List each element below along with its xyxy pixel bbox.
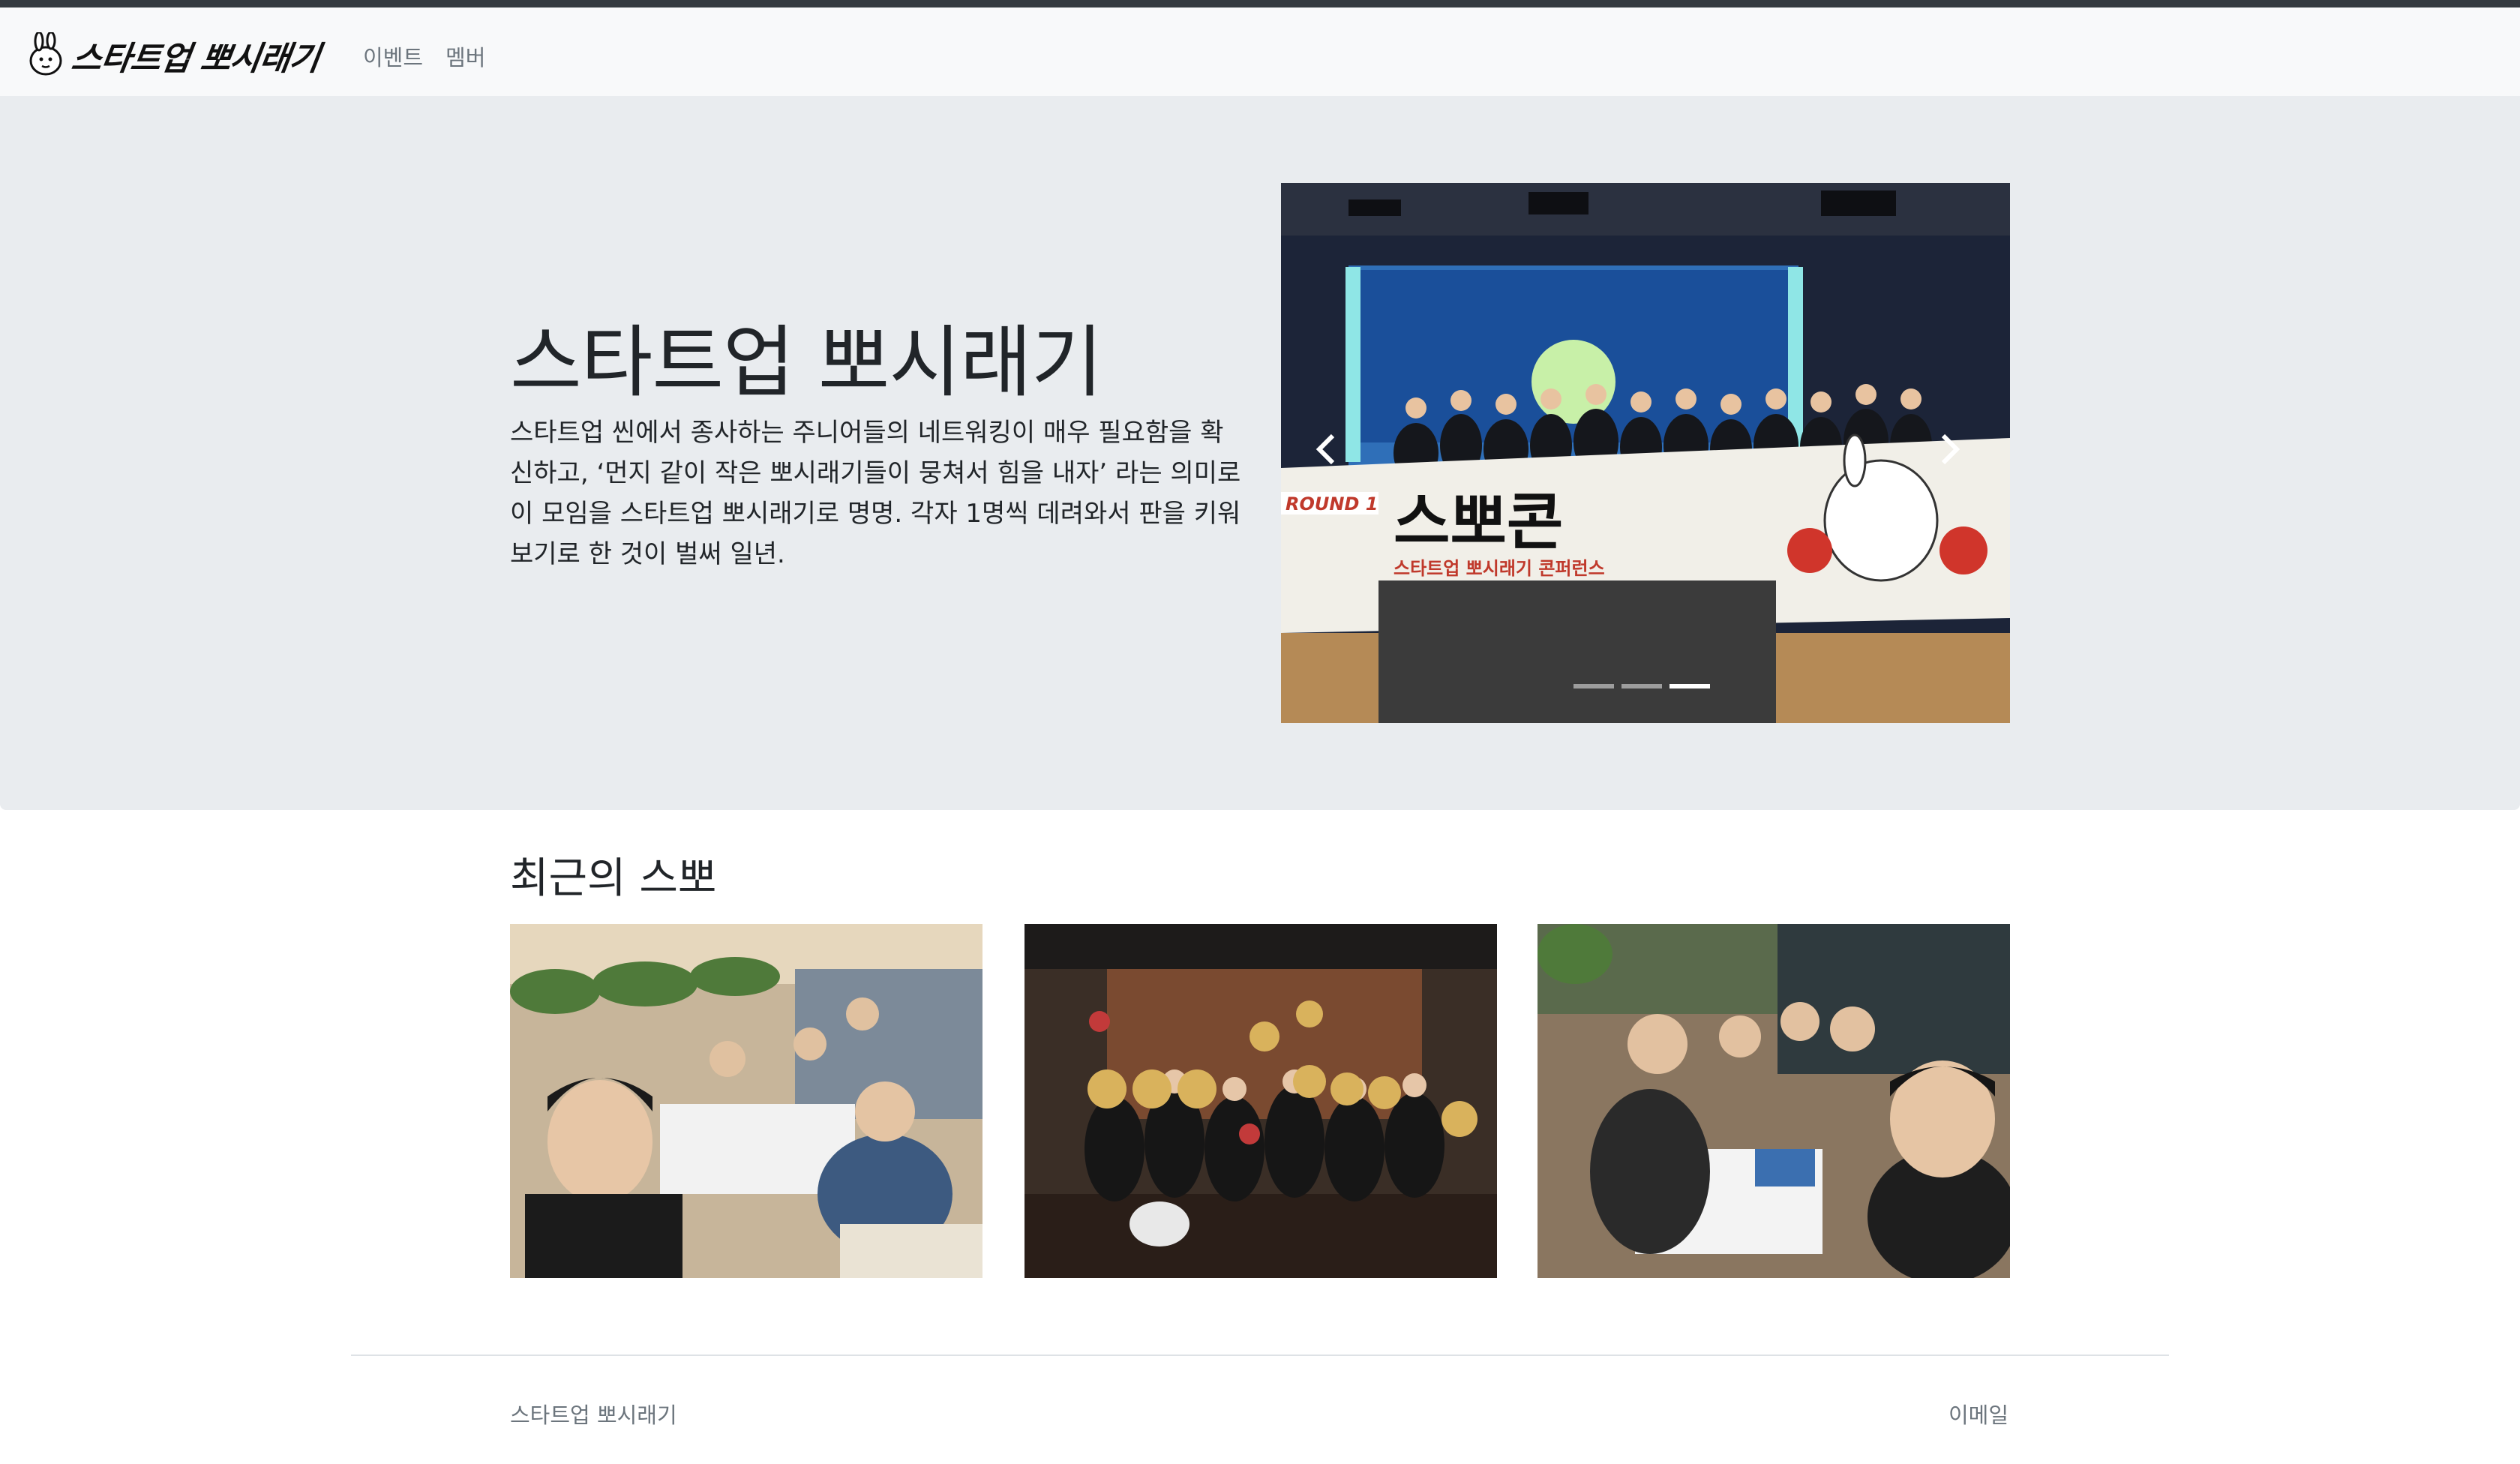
top-accent-bar bbox=[0, 0, 2520, 8]
hero-jumbotron: 스타트업 뽀시래기 스타트업 씬에서 종사하는 주니어들의 네트워킹이 매우 필… bbox=[0, 96, 2520, 810]
rabbit-mascot-icon bbox=[29, 32, 62, 76]
brand-link[interactable]: 스타트업 뽀시래기 bbox=[26, 28, 322, 82]
hero-carousel[interactable]: ROUND 1 스뽀콘 스타트업 뽀시래기 콘퍼런스 bbox=[1281, 183, 2010, 723]
chevron-right-icon bbox=[1941, 434, 1960, 465]
carousel-next-button[interactable] bbox=[1920, 408, 1980, 490]
recent-photo-1[interactable] bbox=[510, 924, 982, 1278]
carousel-indicators bbox=[1574, 684, 1710, 688]
chevron-left-icon bbox=[1316, 434, 1335, 465]
banner-subtitle: 스타트업 뽀시래기 콘퍼런스 bbox=[1394, 558, 1605, 579]
nav-links: 이벤트 멤버 bbox=[363, 40, 485, 72]
carousel-indicator-1[interactable] bbox=[1574, 684, 1614, 688]
footer-divider bbox=[351, 1354, 2169, 1356]
recent-photo-3-image bbox=[1538, 924, 2010, 1278]
recent-photo-3[interactable] bbox=[1538, 924, 2010, 1278]
nav-item-events[interactable]: 이벤트 bbox=[363, 40, 423, 72]
banner-title: 스뽀콘 bbox=[1394, 487, 1563, 558]
hero-description: 스타트업 씬에서 종사하는 주니어들의 네트워킹이 매우 필요함을 확신하고, … bbox=[510, 418, 1241, 569]
recent-section-title: 최근의 스뽀 bbox=[510, 854, 717, 903]
recent-photo-2-image bbox=[1024, 924, 1497, 1278]
carousel-slide-photo: ROUND 1 스뽀콘 스타트업 뽀시래기 콘퍼런스 bbox=[1281, 183, 2010, 723]
recent-photo-2[interactable] bbox=[1024, 924, 1497, 1278]
brand-name: 스타트업 뽀시래기 bbox=[68, 40, 322, 78]
navbar: 스타트업 뽀시래기 이벤트 멤버 bbox=[0, 8, 2520, 96]
footer-brand: 스타트업 뽀시래기 bbox=[510, 1402, 677, 1428]
carousel-indicator-2[interactable] bbox=[1622, 684, 1662, 688]
carousel-indicator-3[interactable] bbox=[1670, 684, 1710, 688]
carousel-prev-button[interactable] bbox=[1296, 408, 1356, 490]
banner-round-label: ROUND 1 bbox=[1286, 494, 1378, 514]
footer-email-link[interactable]: 이메일 bbox=[1948, 1398, 2008, 1430]
recent-photo-1-image bbox=[510, 924, 982, 1278]
hero-title: 스타트업 뽀시래기 bbox=[510, 316, 1102, 408]
nav-item-members[interactable]: 멤버 bbox=[446, 40, 485, 72]
